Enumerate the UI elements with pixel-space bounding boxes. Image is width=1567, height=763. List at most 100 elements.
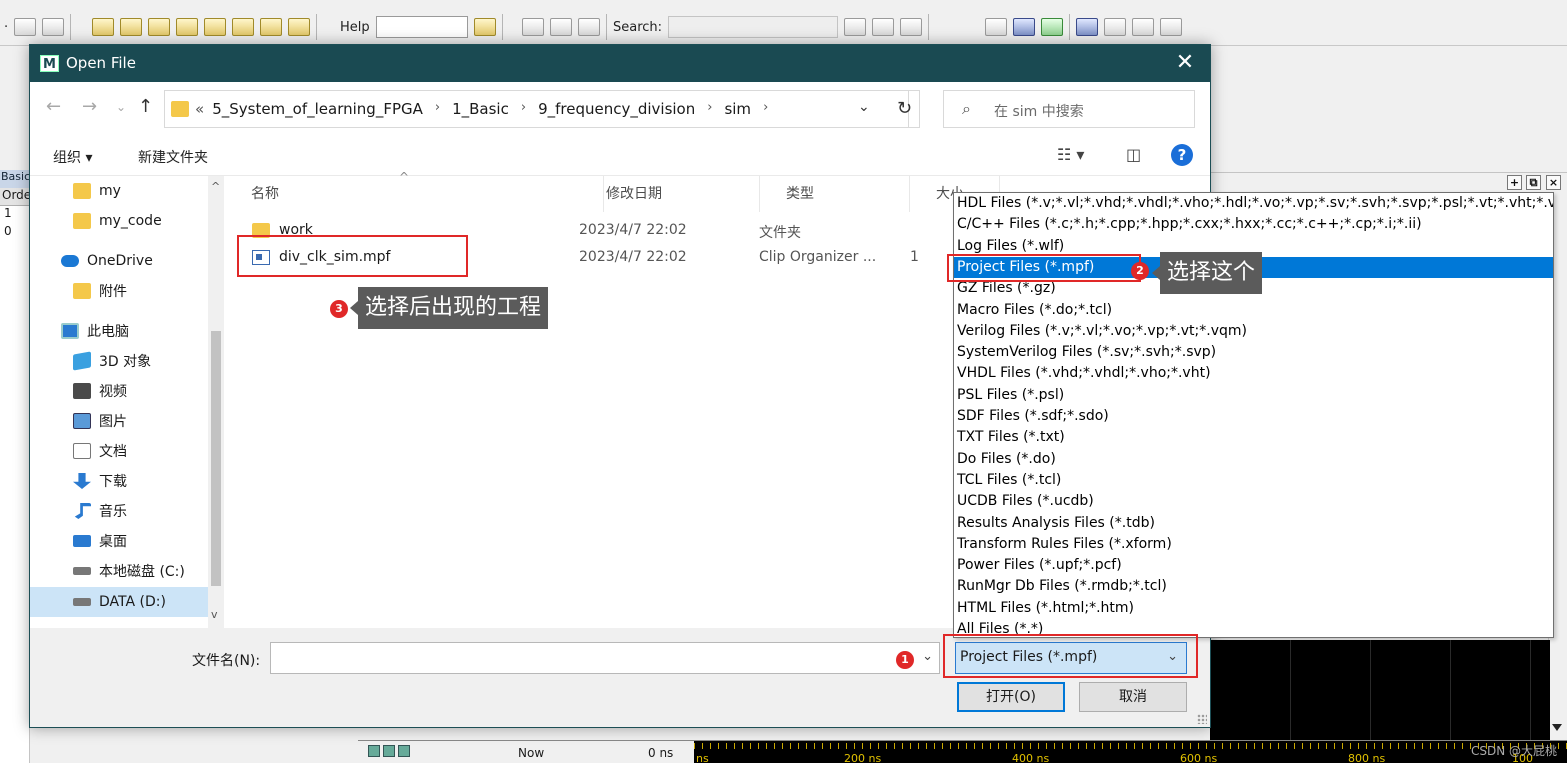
chevron-right-icon[interactable]: › (435, 100, 440, 118)
sidebar-item[interactable]: 桌面 (30, 526, 208, 556)
file-type-option[interactable]: PSL Files (*.psl) (954, 385, 1553, 406)
navigation-scrollbar[interactable]: ^ v (208, 176, 224, 628)
break-icon[interactable] (260, 18, 282, 36)
file-type-option[interactable]: UCDB Files (*.ucdb) (954, 491, 1553, 512)
sidebar-item[interactable]: 文档 (30, 436, 208, 466)
sidebar-item[interactable]: my (30, 176, 208, 206)
breadcrumb-item[interactable]: 1_Basic (452, 100, 509, 118)
file-type-option[interactable]: HDL Files (*.v;*.vl;*.vhd;*.vhdl;*.vho;*… (954, 193, 1553, 214)
order-column-header[interactable]: Orde (0, 188, 29, 206)
sidebar-item[interactable]: my_code (30, 206, 208, 236)
step-over-icon[interactable] (120, 18, 142, 36)
sidebar-item[interactable]: 音乐 (30, 496, 208, 526)
search-next-icon[interactable] (872, 18, 895, 36)
file-type-option[interactable]: HTML Files (*.html;*.htm) (954, 598, 1553, 619)
file-type-option[interactable]: Transform Rules Files (*.xform) (954, 534, 1553, 555)
open-button[interactable]: 打开(O) (957, 682, 1065, 712)
run-icon[interactable] (288, 18, 310, 36)
file-type-option[interactable]: Do Files (*.do) (954, 449, 1553, 470)
delete-cursor-icon[interactable] (398, 745, 410, 757)
column-header-type[interactable]: 类型 (760, 176, 910, 212)
restart-icon[interactable] (232, 18, 254, 36)
format-4-icon[interactable] (1076, 18, 1098, 36)
chevron-down-icon[interactable]: ⌄ (922, 649, 933, 664)
scroll-down-icon[interactable]: v (211, 608, 218, 621)
organize-button[interactable]: 组织 ▾ (53, 147, 92, 167)
list-icon[interactable] (42, 18, 65, 36)
file-type-option[interactable]: VHDL Files (*.vhd;*.vhdl;*.vho;*.vht) (954, 363, 1553, 384)
sidebar-item[interactable]: 下载 (30, 466, 208, 496)
column-header-date[interactable]: 修改日期 (580, 176, 760, 212)
cancel-button[interactable]: 取消 (1079, 682, 1187, 712)
wave-find-icon[interactable] (578, 18, 600, 36)
search-box[interactable]: ⌕ 在 sim 中搜索 (943, 90, 1195, 128)
library-tab[interactable]: Basic/ (0, 170, 29, 188)
sidebar-item[interactable]: 3D 对象 (30, 346, 208, 376)
wave-next-icon[interactable] (550, 18, 572, 36)
undock-icon[interactable]: ⧉ (1526, 175, 1541, 190)
wave-canvas[interactable] (1210, 640, 1550, 740)
preview-pane-icon[interactable]: ◫ (1126, 145, 1141, 164)
sidebar-item[interactable]: 附件 (30, 276, 208, 306)
dropdown-dot[interactable]: · (4, 20, 8, 35)
refresh-button[interactable]: ↻ (890, 90, 920, 128)
breadcrumb-item[interactable]: sim (724, 100, 751, 118)
add-cursor-icon[interactable] (383, 745, 395, 757)
chevron-right-icon[interactable]: › (707, 100, 712, 118)
search-input[interactable] (668, 16, 839, 38)
format-7-icon[interactable] (1160, 18, 1182, 36)
sidebar-item[interactable]: 视频 (30, 376, 208, 406)
chevron-right-icon[interactable]: › (763, 100, 768, 118)
close-button[interactable]: ✕ (1172, 50, 1198, 76)
breadcrumb-item[interactable]: 5_System_of_learning_FPGA (212, 100, 423, 118)
file-type-option[interactable]: C/C++ Files (*.c;*.h;*.cpp;*.hpp;*.cxx;*… (954, 214, 1553, 235)
file-type-option[interactable]: Results Analysis Files (*.tdb) (954, 513, 1553, 534)
sidebar-item[interactable]: DATA (D:) (30, 587, 208, 617)
sidebar-item[interactable]: OneDrive (30, 246, 208, 276)
file-type-option[interactable]: RunMgr Db Files (*.rmdb;*.tcl) (954, 576, 1553, 597)
file-type-option[interactable]: SystemVerilog Files (*.sv;*.svh;*.svp) (954, 342, 1553, 363)
address-bar[interactable]: « 5_System_of_learning_FPGA › 1_Basic › 9_… (164, 90, 909, 128)
resize-grip-icon[interactable] (1197, 714, 1207, 724)
step-out-icon[interactable] (148, 18, 170, 36)
step-into-icon[interactable] (92, 18, 114, 36)
scroll-down-icon[interactable] (1552, 724, 1562, 731)
help-input[interactable] (375, 16, 468, 38)
help-search-icon[interactable] (473, 18, 496, 36)
binoculars-icon[interactable] (14, 18, 37, 36)
format-1-icon[interactable] (985, 18, 1007, 36)
sidebar-item[interactable]: 此电脑 (30, 316, 208, 346)
forward-arrow-icon[interactable]: → (82, 96, 97, 117)
breadcrumb-item[interactable]: 9_frequency_division (538, 100, 695, 118)
close-pane-icon[interactable]: × (1546, 175, 1561, 190)
new-folder-button[interactable]: 新建文件夹 (138, 147, 208, 167)
sidebar-item[interactable]: 图片 (30, 406, 208, 436)
breadcrumb-overflow[interactable]: « (195, 100, 204, 118)
format-5-icon[interactable] (1104, 18, 1126, 36)
search-prev-icon[interactable] (900, 18, 923, 36)
file-type-option[interactable]: TCL Files (*.tcl) (954, 470, 1553, 491)
wave-prev-icon[interactable] (522, 18, 544, 36)
format-6-icon[interactable] (1132, 18, 1154, 36)
format-3-icon[interactable] (1041, 18, 1063, 36)
file-type-option[interactable]: SDF Files (*.sdf;*.sdo) (954, 406, 1553, 427)
address-dropdown-icon[interactable]: ⌄ (858, 99, 870, 115)
back-arrow-icon[interactable]: ← (46, 96, 61, 117)
file-type-option[interactable]: Verilog Files (*.v;*.vl;*.vo;*.vp;*.vt;*… (954, 321, 1553, 342)
scroll-thumb[interactable] (211, 331, 221, 586)
column-header-name[interactable]: 名称 (224, 176, 604, 212)
search-options-icon[interactable] (844, 18, 867, 36)
step-back-icon[interactable] (176, 18, 198, 36)
cursor-icon[interactable] (368, 745, 380, 757)
file-type-option[interactable]: TXT Files (*.txt) (954, 427, 1553, 448)
recent-dropdown-icon[interactable]: ⌄ (116, 100, 126, 114)
view-options-icon[interactable]: ☷ ▾ (1057, 145, 1084, 164)
continue-icon[interactable] (204, 18, 226, 36)
up-arrow-icon[interactable]: ↑ (138, 96, 153, 117)
dialog-titlebar[interactable]: M Open File ✕ (30, 45, 1210, 82)
add-pane-icon[interactable]: + (1507, 175, 1522, 190)
scroll-up-icon[interactable]: ^ (211, 180, 220, 193)
sidebar-item[interactable]: 本地磁盘 (C:) (30, 556, 208, 586)
help-icon[interactable]: ? (1171, 144, 1193, 166)
chevron-right-icon[interactable]: › (521, 100, 526, 118)
